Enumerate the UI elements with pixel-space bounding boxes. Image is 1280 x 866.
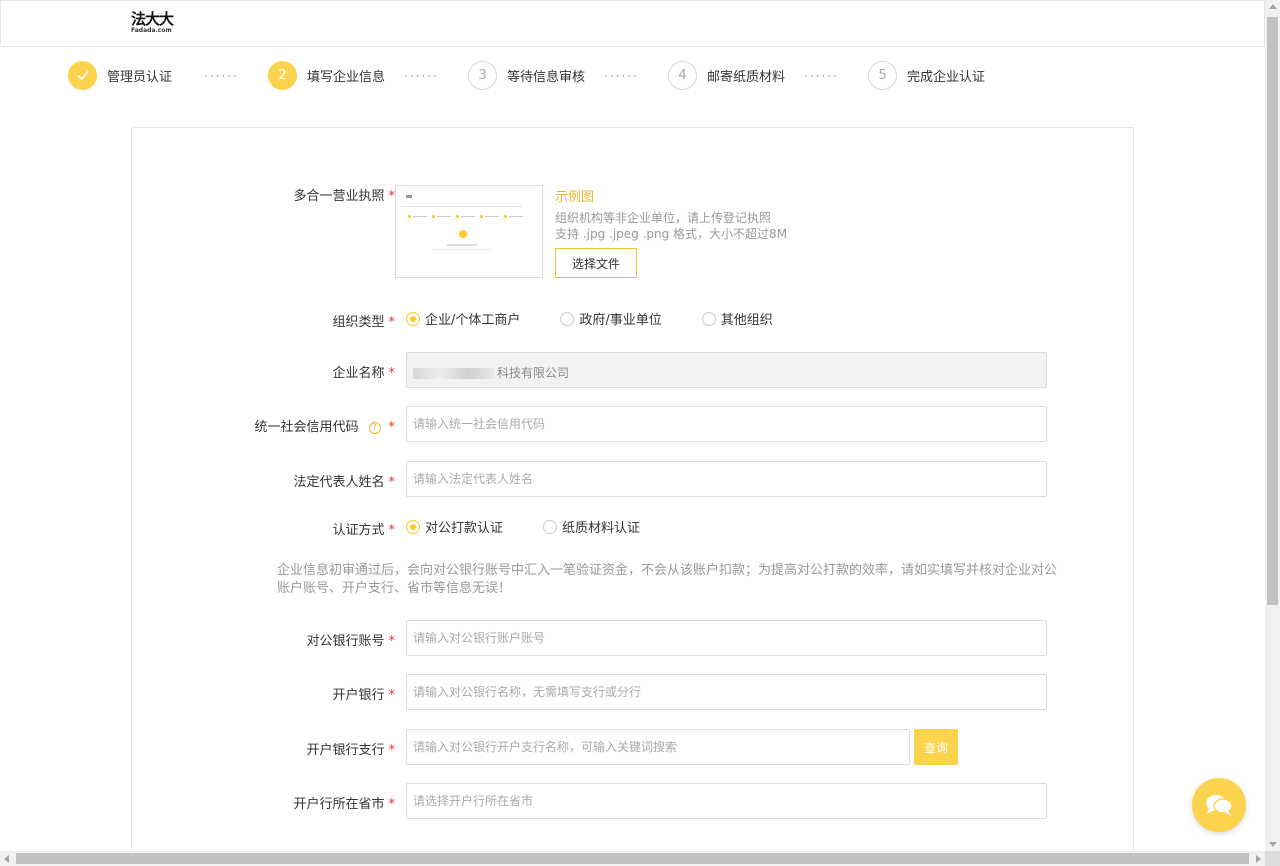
- step-separator: ······: [804, 69, 839, 83]
- step-2-label: 填写企业信息: [307, 69, 386, 85]
- bank-name-input[interactable]: [406, 674, 1047, 710]
- license-hint: 组织机构等非企业单位，请上传登记执照: [555, 211, 772, 225]
- vertical-scroll-thumb[interactable]: [1267, 17, 1278, 605]
- example-image-link[interactable]: 示例图: [555, 186, 787, 205]
- legal-rep-row: 法定代表人姓名 *: [132, 461, 1135, 497]
- step-1-check-icon: [68, 60, 97, 90]
- scroll-down-arrow-icon[interactable]: [1269, 842, 1277, 847]
- company-name-row: 企业名称 * 科技有限公司: [132, 352, 1135, 388]
- redacted-name: [413, 368, 495, 379]
- license-upload-info: 示例图 组织机构等非企业单位，请上传登记执照 支持 .jpg .jpeg .pn…: [555, 186, 787, 242]
- auth-method-label: 认证方式 *: [332, 523, 395, 538]
- choose-file-button[interactable]: 选择文件: [555, 248, 637, 278]
- company-info-form: 多合一营业执照 * 示例图 组织机构等非企业单位，请上传登记执照 支持 .jpg …: [131, 127, 1134, 866]
- org-type-other[interactable]: 其他组织: [701, 309, 773, 328]
- bank-branch-label: 开户银行支行 *: [306, 743, 395, 758]
- org-type-row: 组织类型 * 企业/个体工商户 政府/事业单位 其他组织: [132, 309, 1135, 330]
- bank-city-row: 开户行所在省市 *: [132, 783, 1135, 819]
- legal-rep-label: 法定代表人姓名 *: [293, 475, 395, 490]
- step-4-number: 4: [668, 60, 697, 90]
- scroll-up-arrow-icon[interactable]: [1269, 4, 1277, 9]
- auth-method-radio-group: 对公打款认证 纸质材料认证: [406, 517, 680, 536]
- horizontal-scroll-thumb[interactable]: [16, 853, 1249, 864]
- bank-account-input[interactable]: [406, 620, 1047, 656]
- step-separator: ······: [604, 69, 639, 83]
- scrollbar-corner: [1265, 851, 1280, 866]
- scroll-left-arrow-icon[interactable]: [4, 855, 9, 863]
- license-label: 多合一营业执照 *: [293, 189, 395, 204]
- step-1-label: 管理员认证: [107, 69, 173, 85]
- step-4-label: 邮寄纸质材料: [707, 69, 786, 85]
- org-type-enterprise[interactable]: 企业/个体工商户: [406, 309, 520, 328]
- auth-method-row: 认证方式 * 对公打款认证 纸质材料认证: [132, 517, 1135, 538]
- logo-mark: 法大大: [131, 10, 174, 28]
- auth-method-transfer[interactable]: 对公打款认证: [406, 517, 503, 536]
- bank-city-label: 开户行所在省市 *: [293, 797, 395, 812]
- top-header: 法大大 Fadada.com: [0, 0, 1265, 47]
- logo-domain: Fadada.com: [131, 27, 172, 34]
- auth-method-paper[interactable]: 纸质材料认证: [543, 517, 640, 536]
- credit-code-row: 统一社会信用代码? *: [132, 406, 1135, 442]
- bank-city-select[interactable]: [406, 783, 1047, 819]
- bank-account-row: 对公银行账号 *: [132, 620, 1135, 656]
- bank-name-label: 开户银行 *: [332, 688, 395, 703]
- help-icon[interactable]: ?: [368, 421, 381, 434]
- fadada-logo[interactable]: 法大大 Fadada.com: [131, 10, 174, 37]
- query-button[interactable]: 查询: [914, 729, 958, 765]
- horizontal-scrollbar[interactable]: [0, 851, 1265, 866]
- step-5: 5 完成企业认证: [868, 60, 985, 90]
- vertical-scrollbar[interactable]: [1265, 0, 1280, 851]
- credit-code-input[interactable]: [406, 406, 1047, 442]
- company-name-label: 企业名称 *: [332, 366, 395, 381]
- company-name-field: 科技有限公司: [406, 352, 1047, 388]
- step-1: 管理员认证: [68, 60, 172, 90]
- scroll-right-arrow-icon[interactable]: [1256, 855, 1261, 863]
- step-2: 2 填写企业信息: [268, 60, 385, 90]
- bank-branch-row: 开户银行支行* 查询: [132, 729, 1135, 765]
- step-separator: ······: [204, 69, 239, 83]
- license-preview-image[interactable]: [395, 185, 543, 278]
- org-type-government[interactable]: 政府/事业单位: [560, 309, 662, 328]
- file-format-hint: 支持 .jpg .jpeg .png 格式，大小不超过8M: [555, 227, 788, 241]
- step-5-number: 5: [868, 60, 897, 90]
- org-type-radio-group: 企业/个体工商户 政府/事业单位 其他组织: [406, 309, 813, 328]
- step-separator: ······: [404, 69, 439, 83]
- step-3-label: 等待信息审核: [507, 69, 586, 85]
- step-5-label: 完成企业认证: [907, 69, 986, 85]
- step-4: 4 邮寄纸质材料: [668, 60, 785, 90]
- step-3: 3 等待信息审核: [468, 60, 585, 90]
- step-3-number: 3: [468, 60, 497, 90]
- transfer-notice: 企业信息初审通过后，会向对公银行账号中汇入一笔验证资金，不会从该账户扣款；为提高…: [277, 563, 1058, 596]
- legal-rep-input[interactable]: [406, 461, 1047, 497]
- bank-account-label: 对公银行账号 *: [306, 634, 395, 649]
- bank-name-row: 开户银行 *: [132, 674, 1135, 710]
- step-2-number: 2: [268, 60, 297, 90]
- chat-bubbles-icon: [1206, 795, 1233, 816]
- bank-branch-input[interactable]: [406, 729, 910, 765]
- chat-button[interactable]: [1192, 778, 1246, 832]
- org-type-label: 组织类型 *: [332, 315, 395, 330]
- credit-code-label: 统一社会信用代码? *: [254, 420, 395, 435]
